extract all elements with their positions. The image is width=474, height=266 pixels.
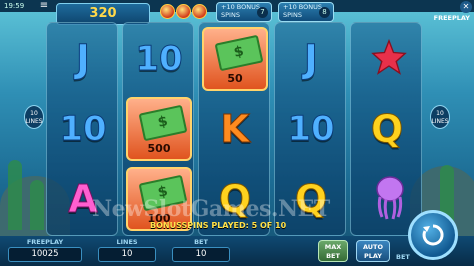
bet-field: BET 10 [172, 238, 230, 262]
lines-field: LINES 10 [98, 238, 156, 262]
lines-value[interactable]: 10 [98, 247, 156, 262]
freeplay-field: FREEPLAY 10025 [8, 238, 82, 262]
reel-cell: 10 [278, 97, 344, 161]
freeplay-value: 10025 [8, 247, 82, 262]
symbol-10: 10 [59, 109, 107, 150]
symbol-j: J [75, 37, 91, 82]
symbol-j: J [303, 37, 319, 82]
bet-value[interactable]: 10 [172, 247, 230, 262]
close-icon[interactable]: ✕ [460, 1, 472, 13]
symbol-10: 10 [287, 109, 335, 150]
lines-label: LINES [116, 238, 138, 246]
coin-icon [160, 4, 175, 19]
bet-side-label: BET [396, 253, 410, 261]
symbol-q: Q [370, 107, 404, 152]
mode-label: FREEPLAY [433, 14, 470, 22]
symbol-k: K [220, 107, 250, 152]
bonus-spins-count: 8 [319, 7, 330, 18]
max-bet-button[interactable]: MAX BET [318, 240, 348, 262]
reel-cell: J [278, 27, 344, 91]
coin-icon [176, 4, 191, 19]
dollar-bill-icon: $ [138, 104, 188, 142]
bonus-spins-text: +10 BONUS SPINS [221, 3, 260, 19]
starfish-icon [371, 38, 407, 75]
cash-symbol: $500 [126, 97, 192, 161]
cash-symbol: $50 [202, 27, 268, 91]
cash-value: 50 [227, 72, 243, 85]
bet-label: BET [194, 238, 208, 246]
coin-icon [192, 4, 207, 19]
reel-cell [354, 27, 420, 91]
watermark: NewSlotGames.NET [92, 196, 330, 222]
reel-cell: $500 [126, 97, 192, 161]
reel-5: Q [350, 22, 422, 236]
dollar-bill-icon: $ [214, 34, 264, 72]
spin-button[interactable] [408, 210, 458, 260]
menu-icon[interactable]: ≡ [38, 0, 50, 12]
reel-cell: 10 [126, 27, 192, 91]
reel-cell: J [50, 27, 116, 91]
spin-icon [422, 224, 444, 246]
bonus-progress-message: BONUSSPINS PLAYED: 5 OF 10 [150, 221, 287, 230]
reel-cell: 10 [50, 97, 116, 161]
lines-indicator-left: 10 LINES [24, 105, 44, 129]
symbol-10: 10 [135, 39, 183, 80]
slot-game-screen: 19:59 ≡ ✕ 320 +10 BONUS SPINS 7 +10 BONU… [0, 0, 474, 266]
bonus-spins-count: 7 [257, 7, 268, 18]
bonus-spins-text: +10 BONUS SPINS [283, 3, 322, 19]
reel-cell: Q [354, 97, 420, 161]
bonus-spins-badge: +10 BONUS SPINS 8 [278, 2, 334, 22]
seaweed [8, 160, 22, 230]
cash-value: 500 [147, 142, 171, 155]
reel-cell: K [202, 97, 268, 161]
autoplay-button[interactable]: AUTO PLAY [356, 240, 390, 262]
freeplay-label: FREEPLAY [26, 238, 64, 246]
reel-cell: $50 [202, 27, 268, 91]
seaweed [30, 180, 44, 230]
lines-indicator-right: 10 LINES [430, 105, 450, 129]
clock: 19:59 [4, 2, 25, 10]
reel-cell [354, 167, 420, 231]
jellyfish-icon [376, 176, 404, 220]
bonus-spins-badge: +10 BONUS SPINS 7 [216, 2, 272, 22]
